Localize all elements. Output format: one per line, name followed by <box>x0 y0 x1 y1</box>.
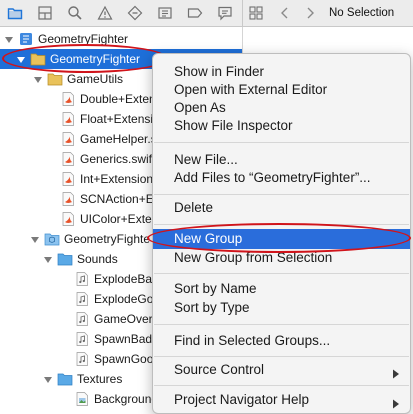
folder-icon <box>57 252 73 266</box>
disclosure-triangle-icon[interactable] <box>43 374 53 384</box>
menu-item-label: Project Navigator Help <box>174 392 310 407</box>
swift-file-icon <box>60 152 76 166</box>
report-icon[interactable] <box>217 5 233 21</box>
audio-file-icon <box>74 352 90 366</box>
menu-separator <box>154 324 409 325</box>
tree-row-project[interactable]: GeometryFighter <box>0 29 242 49</box>
swift-file-icon <box>60 172 76 186</box>
menu-separator <box>154 194 409 195</box>
audio-file-icon <box>74 332 90 346</box>
menu-item-project-navigator-help[interactable]: Project Navigator Help <box>153 390 410 410</box>
tree-row-label: SCNAction+Ex <box>80 192 160 206</box>
scnassets-folder-icon <box>44 232 60 246</box>
menu-item-delete[interactable]: Delete <box>153 198 410 218</box>
swift-file-icon <box>60 132 76 146</box>
tree-row-label: Sounds <box>77 252 118 266</box>
tree-row-label: SpawnGood <box>94 352 161 366</box>
menu-item-open-with-external-editor[interactable]: Open with External Editor <box>153 80 410 100</box>
jump-bar-title: No Selection <box>329 7 395 19</box>
tree-row-label: Float+Extensic <box>80 112 160 126</box>
swift-file-icon <box>60 112 76 126</box>
tree-row-label: Double+Exten <box>80 92 156 106</box>
audio-file-icon <box>74 312 90 326</box>
menu-item-open-as[interactable]: Open As <box>153 98 410 118</box>
tree-row-label: GameUtils <box>67 72 124 86</box>
back-arrow-icon[interactable] <box>277 5 293 21</box>
forward-arrow-icon[interactable] <box>302 5 318 21</box>
menu-separator <box>154 224 409 225</box>
audio-file-icon <box>74 272 90 286</box>
source-control-icon[interactable] <box>37 5 53 21</box>
menu-separator <box>154 142 409 143</box>
tree-row-label: Textures <box>77 372 123 386</box>
menu-item-new-file[interactable]: New File... <box>153 150 410 170</box>
context-menu: Show in Finder Open with External Editor… <box>152 53 411 414</box>
menu-item-show-in-finder[interactable]: Show in Finder <box>153 62 410 82</box>
tree-row-label: GameHelper.s <box>80 132 157 146</box>
menu-item-sort-by-type[interactable]: Sort by Type <box>153 298 410 318</box>
menu-item-label: Open As <box>174 100 226 115</box>
menu-item-show-file-inspector[interactable]: Show File Inspector <box>153 116 410 136</box>
disclosure-triangle-icon[interactable] <box>16 54 26 64</box>
toolbar-divider <box>242 0 243 27</box>
disclosure-triangle-icon[interactable] <box>33 74 43 84</box>
tree-row-label: GeometryFighter <box>38 32 129 46</box>
audio-file-icon <box>74 292 90 306</box>
image-file-icon <box>74 392 90 406</box>
tree-row-label: ExplodeBac <box>94 272 159 286</box>
folder-icon[interactable] <box>7 5 23 21</box>
breakpoint-icon[interactable] <box>187 5 203 21</box>
disclosure-triangle-icon[interactable] <box>30 234 40 244</box>
submenu-arrow-icon <box>392 365 400 379</box>
disclosure-triangle-icon[interactable] <box>43 254 53 264</box>
debug-icon[interactable] <box>157 5 173 21</box>
menu-item-add-files[interactable]: Add Files to “GeometryFighter”... <box>153 168 410 188</box>
submenu-arrow-icon <box>392 395 400 409</box>
tree-row-label: Generics.swift <box>80 152 156 166</box>
warning-icon[interactable] <box>97 5 113 21</box>
tree-row-label: ExplodeGoo <box>94 292 161 306</box>
swift-file-icon <box>60 92 76 106</box>
menu-separator <box>154 273 409 274</box>
tree-row-label: SpawnBad. <box>94 332 156 346</box>
tree-row-label: UIColor+Exter <box>80 212 156 226</box>
tree-row-label: GeometryFighte <box>64 232 151 246</box>
swift-file-icon <box>60 192 76 206</box>
group-folder-icon <box>47 72 63 86</box>
menu-item-find-in-selected-groups[interactable]: Find in Selected Groups... <box>153 331 410 351</box>
disclosure-triangle-icon[interactable] <box>4 34 14 44</box>
menu-item-source-control[interactable]: Source Control <box>153 360 410 380</box>
tree-row-label: Background <box>94 392 159 406</box>
search-icon[interactable] <box>67 5 83 21</box>
group-folder-icon <box>30 52 46 66</box>
menu-item-sort-by-name[interactable]: Sort by Name <box>153 279 410 299</box>
menu-item-label: Source Control <box>174 362 265 377</box>
menu-item-new-group[interactable]: New Group <box>153 229 410 249</box>
tree-row-label: GeometryFighter <box>50 52 141 66</box>
swift-file-icon <box>60 212 76 226</box>
menu-separator <box>154 356 409 357</box>
menu-separator <box>154 385 409 386</box>
test-diamond-icon[interactable] <box>127 5 143 21</box>
navigator-toolbar: No Selection <box>0 0 413 27</box>
xcode-project-icon <box>18 32 34 46</box>
tree-row-label: Int+Extensions <box>80 172 160 186</box>
folder-icon <box>57 372 73 386</box>
menu-item-new-group-from-selection[interactable]: New Group from Selection <box>153 248 410 268</box>
related-items-grid-icon[interactable] <box>248 5 264 21</box>
tree-row-label: GameOver. <box>94 312 156 326</box>
